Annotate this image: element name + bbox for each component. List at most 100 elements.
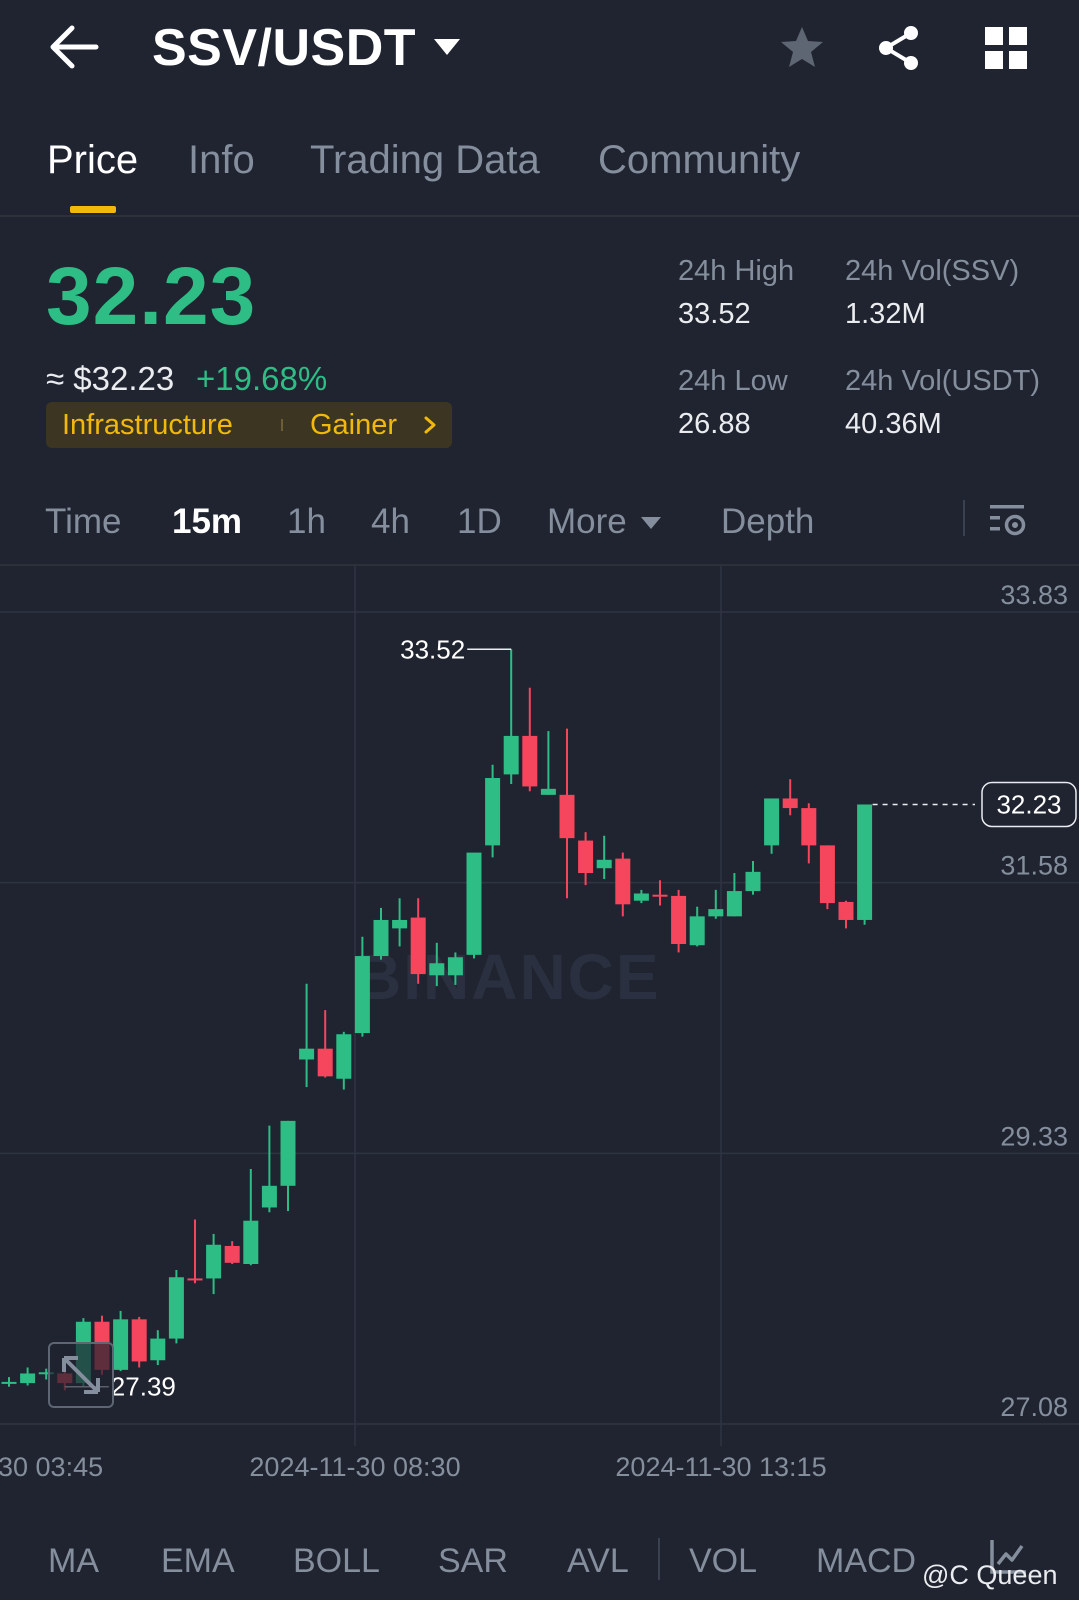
candle-body [113,1319,129,1370]
credit-label: @C Queen [922,1560,1058,1590]
interval-4h[interactable]: 4h [371,502,410,542]
candle-body [596,859,612,869]
caret-down-icon [641,517,661,529]
price-axis-label: 31.58 [1000,851,1068,881]
tab-bar: Price Info Trading Data Community [0,120,1079,215]
star-icon[interactable] [778,24,826,72]
interval-1d[interactable]: 1D [457,502,502,542]
low-marker-label: 27.39 [111,1372,176,1402]
candle-body [857,804,873,920]
candle-body [429,963,445,976]
indicator-macd[interactable]: MACD [816,1542,916,1581]
candle-body [1,1381,17,1384]
candle-body [503,735,519,775]
candle-body [224,1245,240,1263]
candle-body [373,919,389,957]
tag-separator [281,419,283,431]
low-value: 26.88 [678,408,751,440]
time-axis-label: 2024-11-30 08:30 [249,1452,460,1482]
interval-15m[interactable]: 15m [172,502,242,542]
candle-body [782,798,798,809]
candle-body [261,1185,277,1208]
low-label: 24h Low [678,365,788,397]
price-axis-label: 27.08 [1000,1392,1068,1422]
grid-icon[interactable] [984,26,1028,70]
candle-body [726,891,742,917]
candle-body [131,1319,147,1362]
candle-body [615,858,631,905]
tab-price[interactable]: Price [47,138,138,183]
candle-body [633,893,649,901]
candle-body [392,919,408,929]
expand-icon [62,1356,100,1394]
candle-body [819,845,835,904]
last-price: 32.23 [46,251,257,342]
candle-body [522,735,538,787]
vol-quote-value: 40.36M [845,408,942,440]
tag-category-label: Infrastructure [62,409,233,441]
candle-body [745,871,761,892]
candle-body [559,794,575,839]
candle-body [299,1048,315,1060]
candle-body [447,957,463,976]
candlestick-chart[interactable]: 33.83 31.58 29.33 27.08 30 03:45 2024-11-30 0… [0,566,1079,1490]
tab-info[interactable]: Info [188,138,255,183]
interval-1h[interactable]: 1h [287,502,326,542]
high-marker-label: 33.52 [400,634,465,664]
candle-body [206,1244,222,1279]
candle-body [466,852,482,955]
indicator-bar: MA EMA BOLL SAR AVL VOL MACD [0,1510,1079,1600]
vol-base-label: 24h Vol(SSV) [845,255,1020,287]
chart-settings-icon[interactable] [988,500,1028,540]
candle-body [168,1277,184,1339]
last-price-axis-label: 32.23 [996,789,1061,819]
indicator-sar[interactable]: SAR [438,1542,508,1581]
chevron-right-icon [424,416,436,434]
candle-body [336,1034,352,1079]
interval-more[interactable]: More [547,502,627,542]
candle-body [671,895,687,945]
candle-body [838,901,854,920]
time-axis-label: 30 03:45 [0,1452,103,1482]
share-icon[interactable] [875,24,923,72]
indicator-ma[interactable]: MA [48,1542,99,1581]
price-axis-label: 33.83 [1000,580,1068,610]
divider [0,215,1079,217]
candle-body [578,840,594,874]
vol-quote-label: 24h Vol(USDT) [845,365,1041,397]
candle-body [317,1048,333,1077]
candle-body [150,1338,166,1361]
header-bar: SSV/USDT [0,0,1079,100]
candle-body [652,894,668,897]
indicator-vol[interactable]: VOL [689,1542,757,1581]
active-tab-indicator [70,206,116,213]
indicator-ema[interactable]: EMA [161,1542,235,1581]
vol-base-value: 1.32M [845,298,926,330]
pair-title[interactable]: SSV/USDT [152,18,416,78]
candle-body [540,788,556,795]
candle-body [708,909,724,917]
interval-time[interactable]: Time [45,502,121,542]
fullscreen-button[interactable] [48,1342,114,1408]
candle-body [689,916,705,946]
tag-rank-label: Gainer [310,409,398,441]
candle-body [187,1278,203,1281]
interval-bar: Time 15m 1h 4h 1D More Depth [0,490,1079,560]
candle-body [801,808,817,846]
back-arrow-icon[interactable] [48,24,100,70]
candle-body [280,1120,296,1186]
high-value: 33.52 [678,298,751,330]
candle-body [20,1373,36,1384]
price-axis-label: 29.33 [1000,1121,1068,1151]
category-tag[interactable]: Infrastructure Gainer [46,402,452,448]
divider [658,1538,660,1580]
tab-community[interactable]: Community [598,138,800,183]
high-label: 24h High [678,255,795,287]
interval-depth[interactable]: Depth [721,502,814,542]
indicator-boll[interactable]: BOLL [293,1542,380,1581]
candle-body [410,917,426,975]
price-change-percent: +19.68% [196,360,328,397]
caret-down-icon[interactable] [432,36,462,58]
tab-trading-data[interactable]: Trading Data [310,138,540,183]
indicator-avl[interactable]: AVL [567,1542,629,1581]
